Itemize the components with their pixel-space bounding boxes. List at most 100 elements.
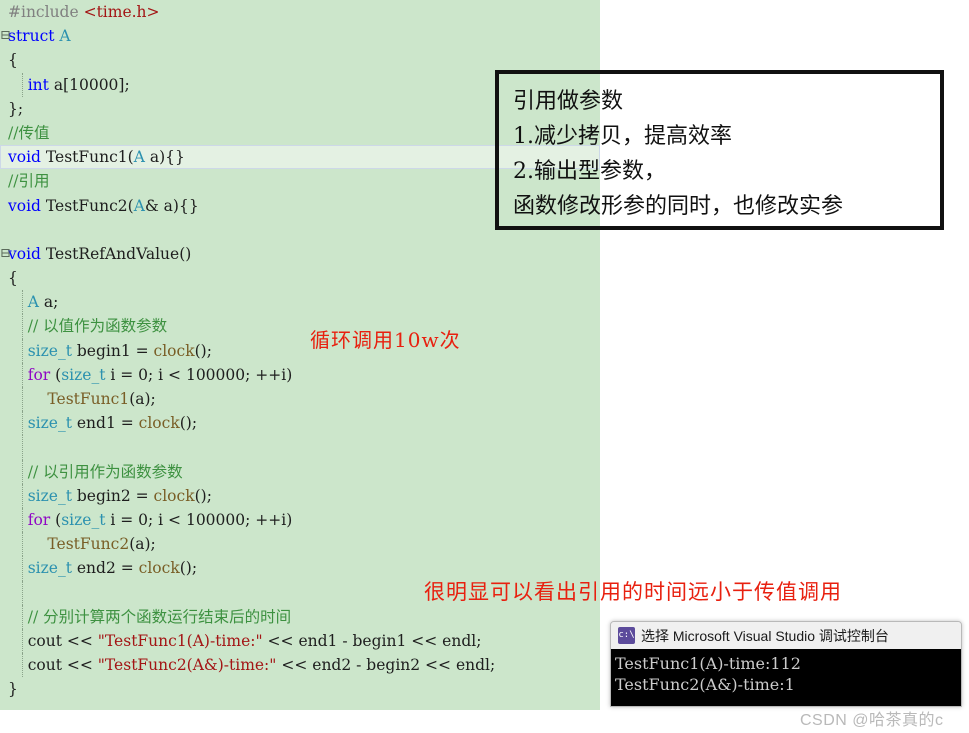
- code-token: A: [133, 148, 145, 167]
- code-token: a;: [38, 293, 59, 312]
- code-line[interactable]: ⊟ struct A: [0, 24, 600, 48]
- code-token: //传值: [8, 123, 50, 142]
- code-token: (a);: [129, 535, 156, 554]
- code-token: size_t: [61, 365, 106, 384]
- code-token: <<: [276, 656, 313, 675]
- code-token: i = 0; i < 100000; ++i): [105, 365, 293, 384]
- code-line[interactable]: size_t begin2 = clock();: [0, 483, 600, 508]
- code-token: ];: [118, 75, 130, 94]
- indent-guide: [22, 507, 24, 533]
- code-line[interactable]: A a;: [0, 290, 600, 315]
- code-token: endl;: [442, 631, 482, 650]
- indent-guide: [22, 532, 24, 557]
- code-token: (: [50, 365, 62, 384]
- code-line[interactable]: size_t end1 = clock();: [0, 411, 600, 436]
- code-line[interactable]: [0, 435, 600, 460]
- code-line[interactable]: TestFunc2(a);: [0, 532, 600, 557]
- indent-guide: [22, 362, 24, 387]
- code-token: };: [8, 99, 24, 118]
- code-token: TestFunc1: [47, 390, 130, 408]
- code-token: <<: [61, 656, 98, 675]
- code-line[interactable]: // 分别计算两个函数运行结束后的时间: [0, 604, 600, 629]
- indent-guide: [22, 628, 24, 654]
- code-line[interactable]: {: [0, 48, 600, 72]
- code-token: ();: [194, 341, 212, 360]
- code-line[interactable]: #include <time.h>: [0, 0, 600, 24]
- code-token: 10000: [69, 75, 119, 94]
- code-token: i = 0; i < 100000; ++i): [105, 510, 293, 529]
- code-token: void: [8, 148, 41, 167]
- code-token: <<: [406, 631, 443, 650]
- code-line[interactable]: TestFunc1(a);: [0, 387, 600, 412]
- indent-guide: [22, 411, 24, 436]
- indent-guide: [22, 653, 24, 678]
- code-token: int: [27, 75, 49, 94]
- collapse-toggle-icon[interactable]: ⊟: [0, 24, 11, 48]
- code-token: TestRefAndValue: [45, 244, 180, 263]
- code-line[interactable]: }: [0, 677, 600, 701]
- code-line[interactable]: cout << "TestFunc2(A&)-time:" << end2 - …: [0, 653, 600, 678]
- code-token: end2 =: [71, 559, 139, 578]
- code-line[interactable]: for (size_t i = 0; i < 100000; ++i): [0, 362, 600, 387]
- code-token: // 以引用作为函数参数: [27, 462, 183, 481]
- code-token: ){}: [172, 196, 199, 215]
- code-token: //引用: [8, 172, 50, 191]
- code-token: for: [27, 510, 51, 529]
- code-token: clock: [138, 414, 180, 433]
- code-token: TestFunc1: [45, 148, 128, 167]
- callout-box-border: [495, 70, 944, 230]
- console-window[interactable]: c:\ 选择 Microsoft Visual Studio 调试控制台 Tes…: [610, 621, 962, 707]
- code-token: for: [27, 365, 51, 384]
- console-output-line: TestFunc2(A&)-time:1: [615, 675, 795, 694]
- code-token: (a);: [129, 390, 156, 408]
- code-line[interactable]: // 以引用作为函数参数: [0, 459, 600, 484]
- code-token: clock: [153, 486, 195, 505]
- code-token: size_t: [27, 559, 72, 578]
- code-token: ();: [179, 414, 198, 433]
- code-line[interactable]: {: [0, 266, 600, 290]
- code-token: ();: [179, 559, 198, 578]
- code-line[interactable]: for (size_t i = 0; i < 100000; ++i): [0, 507, 600, 533]
- code-token: size_t: [61, 510, 106, 529]
- code-token: {: [8, 269, 18, 288]
- console-app-icon: c:\: [618, 627, 635, 644]
- console-output-line: TestFunc1(A)-time:112: [615, 654, 801, 673]
- code-line[interactable]: ⊟ void TestRefAndValue(): [0, 242, 600, 266]
- code-token: #include: [8, 3, 84, 21]
- code-token: <time.h>: [83, 3, 160, 21]
- code-token: end2 - begin2: [312, 656, 421, 675]
- console-titlebar[interactable]: c:\ 选择 Microsoft Visual Studio 调试控制台: [611, 622, 961, 649]
- code-line[interactable]: size_t begin1 = clock();: [0, 338, 600, 363]
- code-token: a[: [48, 75, 70, 94]
- code-token: end1 - begin1: [298, 631, 407, 650]
- annotation-conclusion: 很明显可以看出引用的时间远小于传值调用: [424, 580, 842, 604]
- code-token: // 以值作为函数参数: [27, 317, 168, 336]
- indent-guide: [22, 580, 24, 605]
- code-token: "TestFunc2(A&)-time:": [97, 656, 277, 675]
- code-token: TestFunc2: [45, 196, 128, 215]
- code-line[interactable]: // 以值作为函数参数: [0, 314, 600, 339]
- collapse-toggle-icon[interactable]: ⊟: [0, 242, 11, 266]
- code-token: begin1 =: [71, 341, 154, 360]
- code-token: <<: [61, 631, 98, 650]
- indent-guide: [22, 290, 24, 315]
- code-token: void: [8, 196, 41, 215]
- csdn-watermark: CSDN @哈茶真的c: [800, 712, 944, 729]
- indent-guide: [22, 338, 24, 363]
- code-token: <<: [262, 631, 299, 650]
- code-token: <<: [420, 656, 456, 675]
- indent-guide: [22, 483, 24, 508]
- code-line[interactable]: cout << "TestFunc1(A)-time:" << end1 - b…: [0, 628, 600, 654]
- code-token: end1 =: [71, 414, 139, 433]
